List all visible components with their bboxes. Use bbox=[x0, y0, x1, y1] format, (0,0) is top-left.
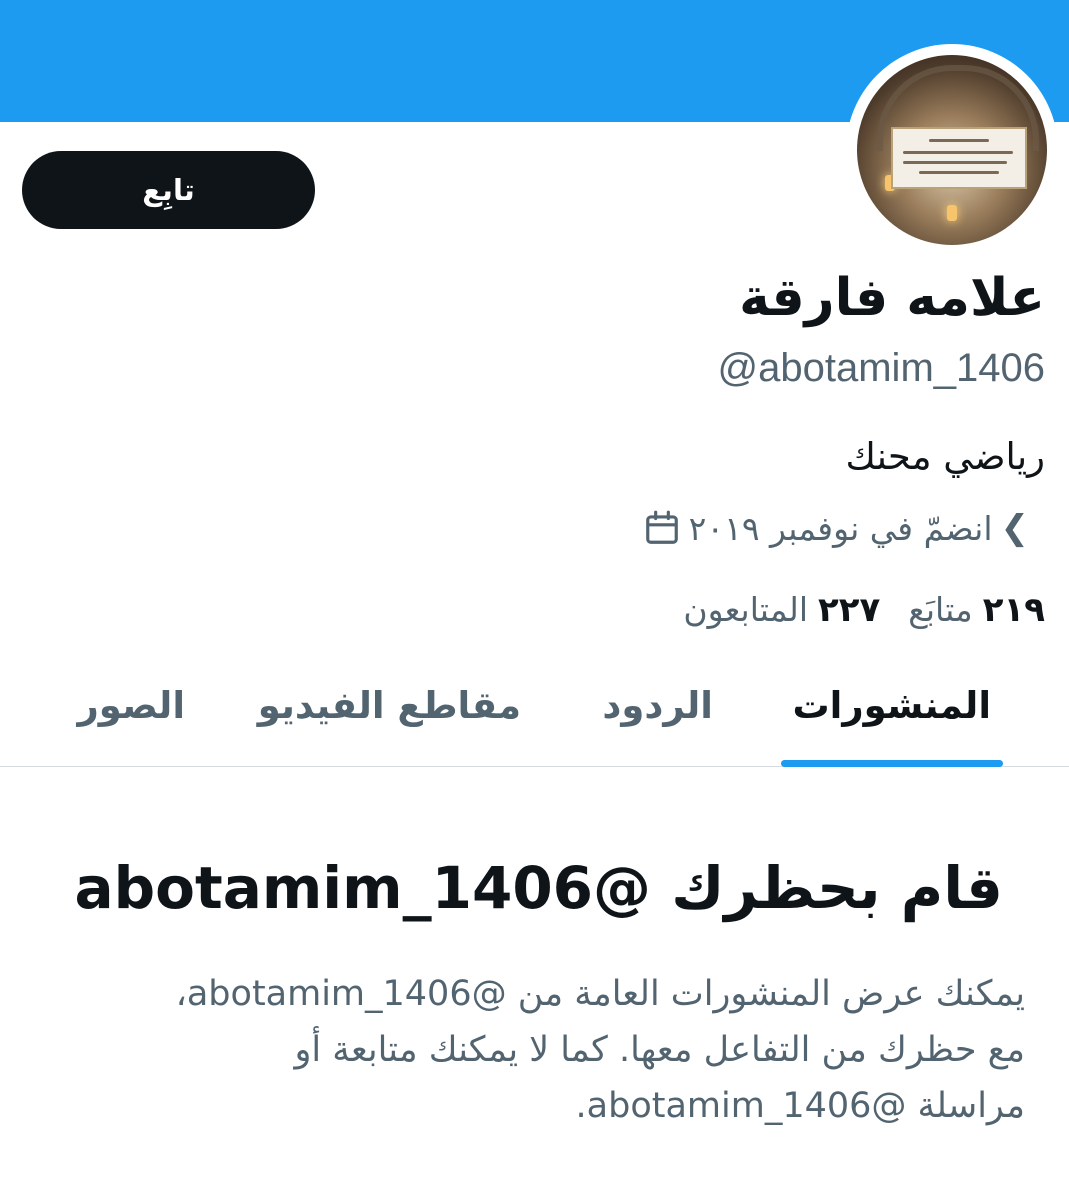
profile-tabs: المنشورات الردود مقاطع الفيديو الصور bbox=[0, 660, 1069, 767]
followers-label: المتابعون bbox=[683, 590, 809, 629]
chevron-left-icon[interactable]: ❮ bbox=[1001, 508, 1030, 548]
avatar-image bbox=[857, 55, 1047, 245]
display-name: علامه فارقة bbox=[739, 268, 1045, 328]
blocked-title: قام بحظرك @abotamim_1406 bbox=[74, 854, 1003, 922]
blocked-description-line: يمكنك عرض المنشورات العامة من @abotamim_… bbox=[175, 974, 1025, 1014]
tab-replies[interactable]: الردود bbox=[602, 684, 713, 727]
tab-photos[interactable]: الصور bbox=[77, 684, 185, 727]
joined-date-row: ❮ انضمّ في نوفمبر ٢٠١٩ bbox=[643, 508, 1029, 548]
profile-handle: @abotamim_1406 bbox=[717, 346, 1045, 390]
calendar-icon bbox=[645, 510, 678, 544]
following-label: متابَع bbox=[908, 590, 973, 629]
tab-posts[interactable]: المنشورات bbox=[793, 684, 992, 727]
followers-count: ٢٢٧ bbox=[818, 590, 881, 630]
blocked-description-line: مع حظرك من التفاعل معها. كما لا يمكنك مت… bbox=[294, 1030, 1025, 1070]
followers-stat[interactable]: ٢٢٧ المتابعون bbox=[683, 590, 880, 630]
profile-stats: ٢١٩ متابَع ٢٢٧ المتابعون bbox=[683, 590, 1045, 630]
profile-bio: رياضي محنك bbox=[845, 435, 1045, 478]
joined-date: انضمّ في نوفمبر ٢٠١٩ bbox=[688, 508, 993, 548]
blocked-description: يمكنك عرض المنشورات العامة من @abotamim_… bbox=[25, 966, 1025, 1134]
tab-videos[interactable]: مقاطع الفيديو bbox=[258, 684, 521, 727]
avatar[interactable] bbox=[846, 44, 1058, 256]
follow-button[interactable]: تابِع bbox=[22, 151, 315, 229]
following-count: ٢١٩ bbox=[982, 590, 1045, 630]
active-tab-indicator bbox=[781, 760, 1003, 767]
blocked-description-line: مراسلة @abotamim_1406. bbox=[575, 1086, 1025, 1126]
following-stat[interactable]: ٢١٩ متابَع bbox=[908, 590, 1045, 630]
